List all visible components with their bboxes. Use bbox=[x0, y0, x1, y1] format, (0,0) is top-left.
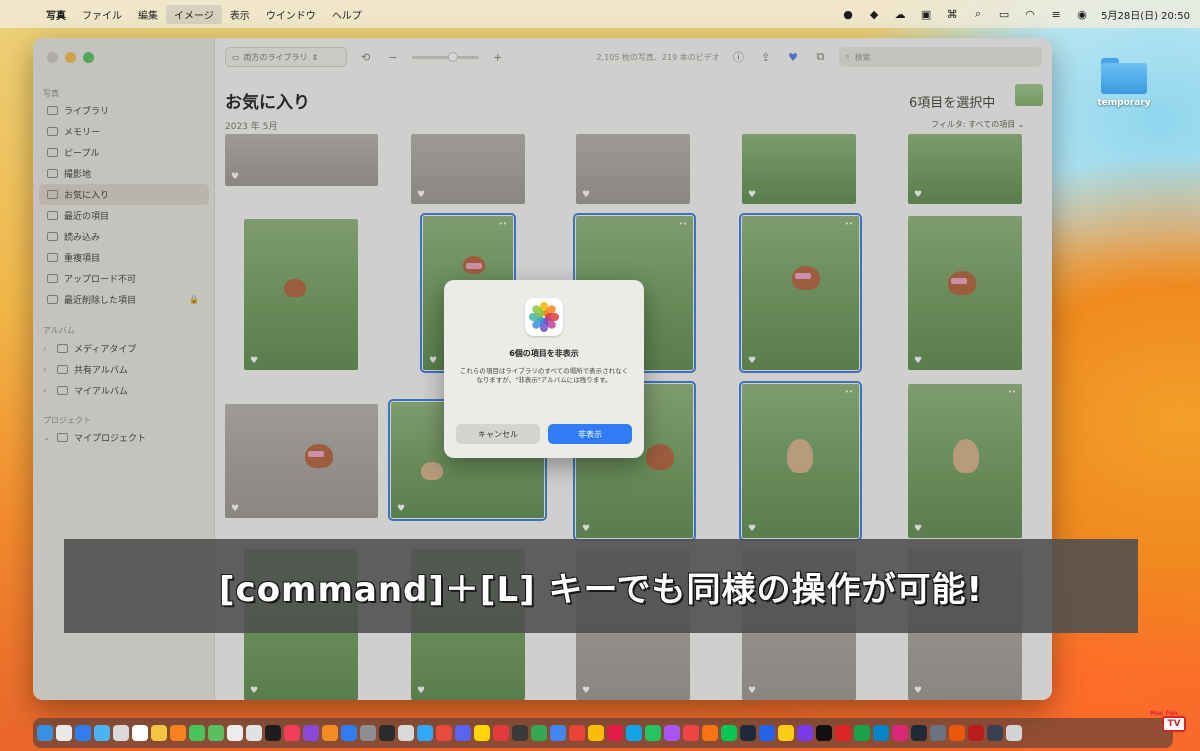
record-icon[interactable]: ● bbox=[841, 7, 855, 21]
dock-facetime-icon[interactable] bbox=[189, 725, 205, 741]
dock-app-icon[interactable] bbox=[797, 725, 813, 741]
dock-contacts-icon[interactable] bbox=[113, 725, 129, 741]
dock-app-icon[interactable] bbox=[645, 725, 661, 741]
dock-app-icon[interactable] bbox=[493, 725, 509, 741]
hide-button[interactable]: 非表示 bbox=[548, 424, 632, 444]
dock-finder-icon[interactable] bbox=[37, 725, 53, 741]
menu-edit[interactable]: 編集 bbox=[130, 5, 166, 24]
dock-app-icon[interactable] bbox=[512, 725, 528, 741]
cloud-icon[interactable]: ☁ bbox=[893, 7, 907, 21]
menu-app-photos[interactable]: 写真 bbox=[38, 5, 74, 24]
siri-icon[interactable]: ◉ bbox=[1075, 7, 1089, 21]
dock-reminders-icon[interactable] bbox=[227, 725, 243, 741]
dock-notes-icon[interactable] bbox=[151, 725, 167, 741]
dock-app-icon[interactable] bbox=[683, 725, 699, 741]
dock-app-icon[interactable] bbox=[664, 725, 680, 741]
menu-file[interactable]: ファイル bbox=[74, 5, 130, 24]
dialog-title: 6個の項目を非表示 bbox=[509, 349, 579, 358]
menu-image[interactable]: イメージ bbox=[166, 4, 222, 24]
display-icon[interactable]: ▣ bbox=[919, 7, 933, 21]
command-icon[interactable]: ⌘ bbox=[945, 7, 959, 21]
dock-app-icon[interactable] bbox=[759, 725, 775, 741]
dock-appstore-icon[interactable] bbox=[341, 725, 357, 741]
dock-app-icon[interactable] bbox=[854, 725, 870, 741]
cancel-button[interactable]: キャンセル bbox=[456, 424, 540, 444]
caption-banner: [command]＋[L] キーでも同様の操作が可能! bbox=[64, 539, 1138, 633]
photos-app-icon bbox=[525, 298, 563, 336]
dock-app-icon[interactable] bbox=[987, 725, 1003, 741]
dock-app-icon[interactable] bbox=[455, 725, 471, 741]
caption-text: [command]＋[L] キーでも同様の操作が可能! bbox=[219, 569, 983, 610]
channel-tv-badge: TV bbox=[1162, 716, 1186, 732]
menu-view[interactable]: 表示 bbox=[222, 5, 258, 24]
dock-app-icon[interactable] bbox=[417, 725, 433, 741]
desktop-folder-temporary[interactable]: temporary bbox=[1094, 58, 1154, 108]
dock-mail-icon[interactable] bbox=[94, 725, 110, 741]
dock-app-icon[interactable] bbox=[398, 725, 414, 741]
dialog-buttons: キャンセル 非表示 bbox=[456, 424, 632, 444]
dock-app-icon[interactable] bbox=[740, 725, 756, 741]
dock-app-icon[interactable] bbox=[626, 725, 642, 741]
dock-app-icon[interactable] bbox=[816, 725, 832, 741]
dock-app-icon[interactable] bbox=[550, 725, 566, 741]
dropbox-icon[interactable]: ◆ bbox=[867, 7, 881, 21]
dock-calendar-icon[interactable] bbox=[132, 725, 148, 741]
menu-bar: 写真 ファイル 編集 イメージ 表示 ウインドウ ヘルプ ● ◆ ☁ ▣ ⌘ ⌕… bbox=[0, 0, 1200, 28]
dock bbox=[33, 718, 1173, 748]
dock-freeform-icon[interactable] bbox=[246, 725, 262, 741]
wifi-icon[interactable]: ◠ bbox=[1023, 7, 1037, 21]
dock-settings-icon[interactable] bbox=[360, 725, 376, 741]
dock-trash-icon[interactable] bbox=[1006, 725, 1022, 741]
dock-photos-icon[interactable] bbox=[170, 725, 186, 741]
dock-app-icon[interactable] bbox=[968, 725, 984, 741]
hide-items-dialog: 6個の項目を非表示 これらの項目はライブラリのすべての場所で表示されなくなります… bbox=[444, 280, 644, 458]
dock-app-icon[interactable] bbox=[474, 725, 490, 741]
folder-label: temporary bbox=[1097, 98, 1151, 108]
dock-app-icon[interactable] bbox=[949, 725, 965, 741]
dock-safari-icon[interactable] bbox=[75, 725, 91, 741]
dock-app-icon[interactable] bbox=[588, 725, 604, 741]
menu-clock[interactable]: 5月28日(日) 20:50 bbox=[1101, 7, 1190, 22]
dock-app-icon[interactable] bbox=[379, 725, 395, 741]
dialog-message: これらの項目はライブラリのすべての場所で表示されなくなりますが、"非表示"アルバ… bbox=[459, 367, 629, 385]
dock-podcasts-icon[interactable] bbox=[303, 725, 319, 741]
battery-icon[interactable]: ▭ bbox=[997, 7, 1011, 21]
dock-app-icon[interactable] bbox=[892, 725, 908, 741]
dock-app-icon[interactable] bbox=[702, 725, 718, 741]
status-area: ● ◆ ☁ ▣ ⌘ ⌕ ▭ ◠ ≡ ◉ 5月28日(日) 20:50 bbox=[841, 7, 1190, 22]
dock-app-icon[interactable] bbox=[835, 725, 851, 741]
dock-app-icon[interactable] bbox=[930, 725, 946, 741]
control-center-icon[interactable]: ≡ bbox=[1049, 7, 1063, 21]
dock-app-icon[interactable] bbox=[436, 725, 452, 741]
dock-messages-icon[interactable] bbox=[208, 725, 224, 741]
dock-app-icon[interactable] bbox=[778, 725, 794, 741]
menu-help[interactable]: ヘルプ bbox=[324, 5, 370, 24]
dock-line-icon[interactable] bbox=[721, 725, 737, 741]
dock-launchpad-icon[interactable] bbox=[56, 725, 72, 741]
dock-app-icon[interactable] bbox=[873, 725, 889, 741]
search-icon[interactable]: ⌕ bbox=[971, 7, 985, 21]
menu-window[interactable]: ウインドウ bbox=[258, 5, 324, 24]
dock-music-icon[interactable] bbox=[284, 725, 300, 741]
dock-app-icon[interactable] bbox=[607, 725, 623, 741]
channel-logo: Mac Fan TV bbox=[1150, 710, 1186, 732]
folder-icon bbox=[1101, 58, 1147, 94]
dock-app-icon[interactable] bbox=[531, 725, 547, 741]
dock-app-icon[interactable] bbox=[569, 725, 585, 741]
dock-books-icon[interactable] bbox=[322, 725, 338, 741]
dock-app-icon[interactable] bbox=[911, 725, 927, 741]
dock-tv-icon[interactable] bbox=[265, 725, 281, 741]
